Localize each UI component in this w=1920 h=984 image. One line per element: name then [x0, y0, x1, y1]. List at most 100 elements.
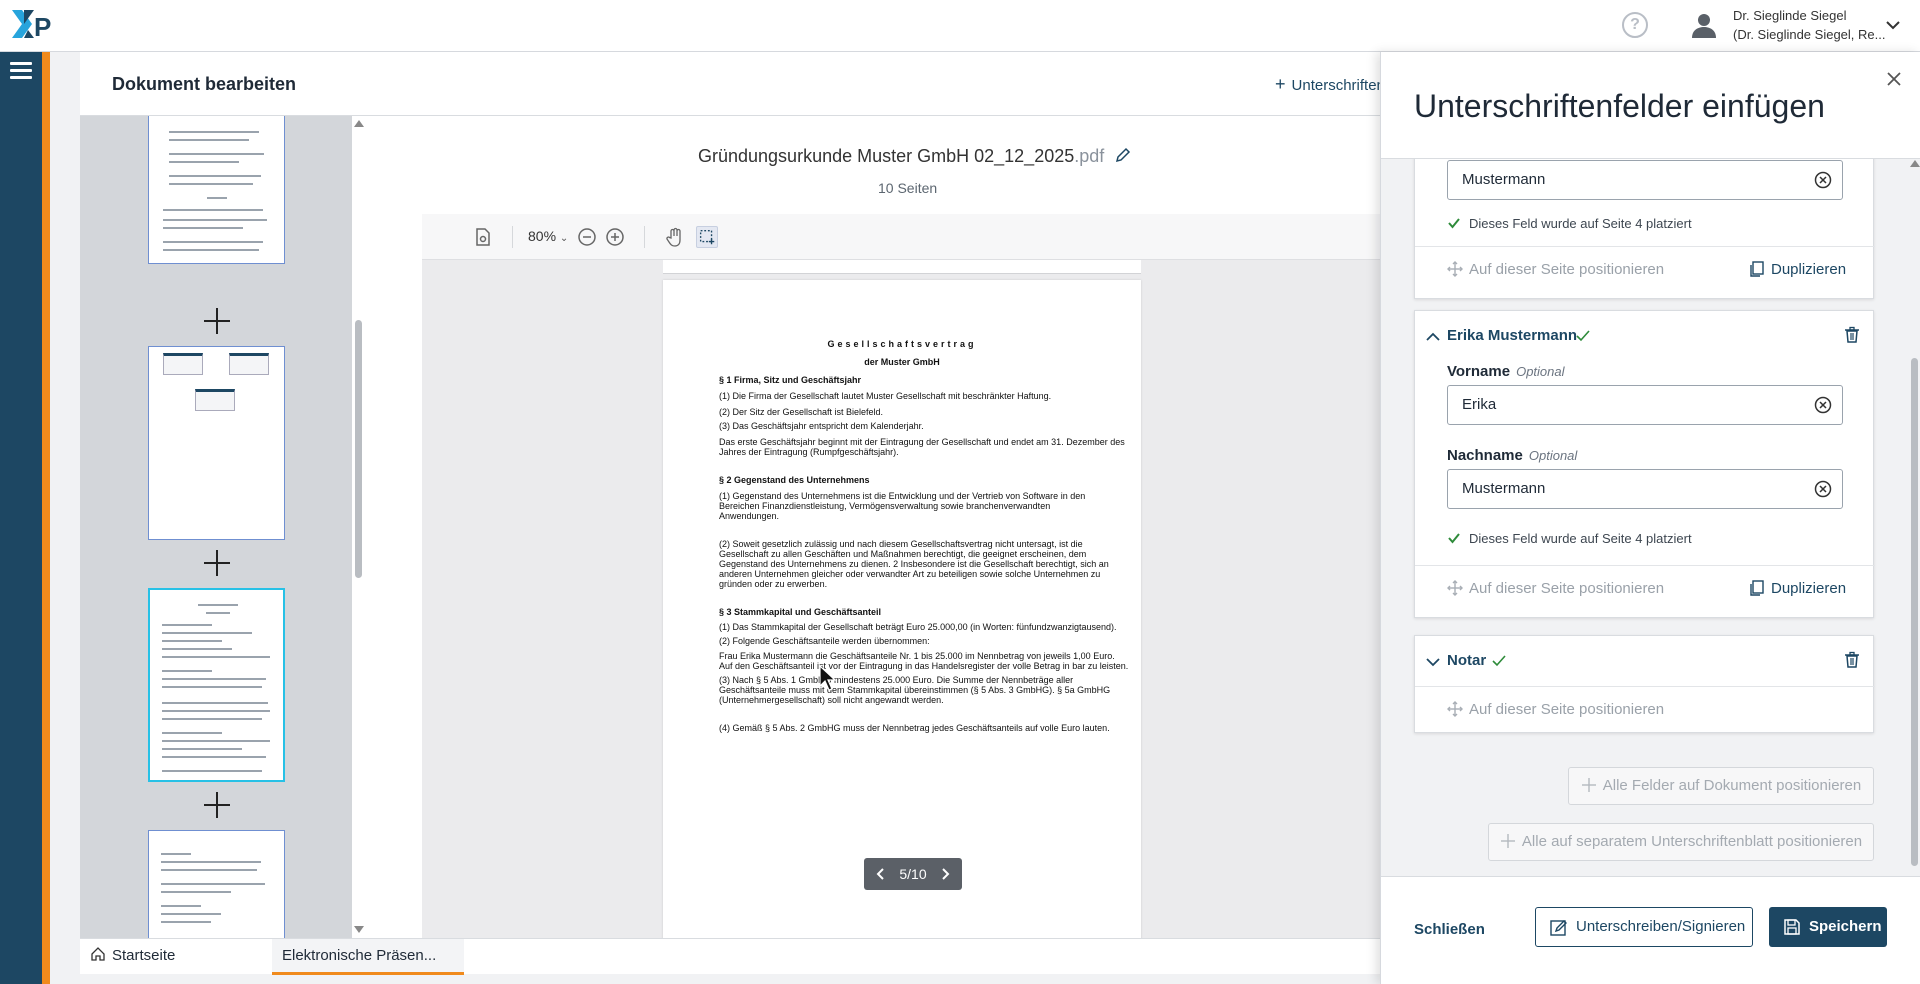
- document-title: Gründungsurkunde Muster GmbH 02_12_2025.…: [698, 146, 1131, 167]
- position-on-page-button[interactable]: Auf dieser Seite positionieren: [1447, 701, 1664, 718]
- chevron-down-icon: ⌄: [559, 233, 569, 244]
- save-button[interactable]: Speichern: [1769, 907, 1887, 947]
- card-header[interactable]: Notar: [1415, 636, 1875, 686]
- document-text-line: (1) Die Firma der Gesellschaft lautet Mu…: [719, 391, 1052, 401]
- hand-pan-icon[interactable]: [664, 226, 686, 248]
- hamburger-menu-icon[interactable]: [10, 62, 32, 80]
- position-all-on-document-button[interactable]: Alle Felder auf Dokument positionieren: [1568, 767, 1874, 805]
- help-icon[interactable]: ?: [1622, 12, 1648, 38]
- move-icon: [1447, 261, 1463, 277]
- document-text-line: gründen oder zu erwerben.: [719, 579, 828, 589]
- card-footer: Auf dieser Seite positionieren Duplizier…: [1415, 246, 1875, 292]
- zoom-select[interactable]: 80% ⌄: [528, 228, 568, 244]
- position-all-label: Alle Felder auf Dokument positionieren: [1602, 777, 1862, 794]
- document-settings-icon[interactable]: [472, 226, 494, 248]
- clear-input-icon[interactable]: [1814, 480, 1832, 498]
- section-heading: § 3 Stammkapital und Geschäftsanteil: [719, 607, 882, 617]
- insert-page-plus-icon[interactable]: [202, 790, 232, 820]
- sign-button[interactable]: Unterschreiben/Signieren: [1535, 907, 1753, 947]
- pdf-page[interactable]: Gesellschaftsvertrag der Muster GmbH § 1…: [663, 280, 1141, 938]
- tab-label: Elektronische Präsen...: [282, 947, 437, 964]
- selection-tool-icon[interactable]: [696, 226, 718, 248]
- document-extension: .pdf: [1074, 146, 1105, 166]
- chevron-left-icon[interactable]: [874, 867, 888, 881]
- chevron-down-icon[interactable]: [1425, 654, 1441, 670]
- add-signature-button[interactable]: + Unterschriften: [1275, 74, 1385, 95]
- chevron-right-icon[interactable]: [938, 867, 952, 881]
- scroll-up-icon[interactable]: [1910, 160, 1920, 167]
- duplicate-label: Duplizieren: [1771, 261, 1847, 278]
- clear-input-icon[interactable]: [1814, 396, 1832, 414]
- tab-elektronische-praesenz[interactable]: Elektronische Präsen...: [272, 939, 464, 975]
- nachname-value: Mustermann: [1462, 480, 1546, 497]
- scroll-up-icon[interactable]: [354, 120, 364, 127]
- mouse-cursor-icon: [819, 664, 837, 691]
- trash-icon[interactable]: [1843, 326, 1861, 344]
- trash-icon[interactable]: [1843, 651, 1861, 669]
- toolbar-divider: [644, 226, 645, 248]
- card-header[interactable]: Erika Mustermann: [1415, 311, 1875, 361]
- chevron-down-icon[interactable]: [1884, 16, 1902, 34]
- position-on-page-button[interactable]: Auf dieser Seite positionieren: [1447, 261, 1664, 278]
- insert-page-plus-icon[interactable]: [202, 306, 232, 336]
- position-on-page-button[interactable]: Auf dieser Seite positionieren: [1447, 580, 1664, 597]
- document-viewer: Gründungsurkunde Muster GmbH 02_12_2025.…: [364, 116, 1380, 938]
- nachname-value: Mustermann: [1462, 171, 1546, 188]
- nachname-label-text: Nachname: [1447, 447, 1523, 464]
- page-thumbnail-active[interactable]: [148, 588, 285, 782]
- sign-edit-icon: [1550, 920, 1567, 936]
- close-button[interactable]: Schließen: [1414, 921, 1485, 938]
- chevron-up-icon[interactable]: [1425, 329, 1441, 345]
- sign-button-label: Unterschreiben/Signieren: [1576, 918, 1746, 935]
- vorname-label-text: Vorname: [1447, 363, 1511, 380]
- nachname-input[interactable]: Mustermann: [1447, 469, 1843, 509]
- zoom-out-icon[interactable]: [576, 226, 598, 248]
- insert-page-plus-icon[interactable]: [202, 548, 232, 578]
- zoom-in-icon[interactable]: [604, 226, 626, 248]
- thumbnails-scrollbar[interactable]: [352, 116, 364, 938]
- top-bar: P ? Dr. Sieglinde Siegel (Dr. Sieglinde …: [0, 0, 1920, 52]
- scroll-down-icon[interactable]: [354, 926, 364, 933]
- add-signature-label: Unterschriften: [1291, 77, 1385, 94]
- optional-hint: Optional: [1528, 448, 1578, 463]
- position-all-on-signature-sheet-button[interactable]: Alle auf separatem Unterschriftenblatt p…: [1488, 823, 1874, 861]
- page-number[interactable]: 5/10: [894, 866, 932, 882]
- duplicate-button[interactable]: Duplizieren: [1749, 261, 1846, 278]
- card-footer: Auf dieser Seite positionieren: [1415, 686, 1875, 732]
- close-icon[interactable]: [1885, 70, 1903, 88]
- page-subheading: der Muster GmbH: [864, 357, 940, 367]
- user-name[interactable]: Dr. Sieglinde Siegel: [1733, 7, 1846, 25]
- position-label: Auf dieser Seite positionieren: [1469, 701, 1665, 718]
- page-thumbnail[interactable]: [148, 830, 285, 938]
- duplicate-button[interactable]: Duplizieren: [1749, 580, 1846, 597]
- signer-name: Notar: [1447, 652, 1487, 669]
- optional-hint: Optional: [1516, 364, 1565, 379]
- scrollbar-thumb[interactable]: [355, 320, 362, 578]
- panel-body: Mustermann Dieses Feld wurde auf Seite 4…: [1381, 158, 1920, 876]
- document-text-line: (Unternehmergesellschaft) soll nicht ang…: [719, 695, 944, 705]
- check-icon: [1492, 655, 1506, 667]
- check-icon: [1448, 533, 1460, 544]
- pencil-edit-icon[interactable]: [1115, 147, 1131, 163]
- placement-status-text: Dieses Feld wurde auf Seite 4 platziert: [1469, 216, 1692, 231]
- page-thumbnail[interactable]: [148, 116, 285, 264]
- card-footer: Auf dieser Seite positionieren Duplizier…: [1415, 565, 1875, 611]
- vorname-input[interactable]: Erika: [1447, 385, 1843, 425]
- app-logo[interactable]: P: [10, 8, 60, 42]
- pdf-canvas[interactable]: Gesellschaftsvertrag der Muster GmbH § 1…: [422, 260, 1380, 938]
- user-role[interactable]: (Dr. Sieglinde Siegel, Re...: [1733, 26, 1885, 44]
- document-text-line: Jahres der Eintragung (Rumpfgeschäftsjah…: [719, 447, 899, 457]
- scrollbar-thumb[interactable]: [1911, 358, 1918, 866]
- panel-scrollbar[interactable]: [1908, 158, 1920, 876]
- user-avatar-icon[interactable]: [1690, 11, 1718, 39]
- page-thumbnail[interactable]: [148, 346, 285, 540]
- clear-input-icon[interactable]: [1814, 171, 1832, 189]
- tab-startseite[interactable]: Startseite: [80, 939, 272, 975]
- nachname-input[interactable]: Mustermann: [1447, 160, 1843, 200]
- tab-label: Startseite: [112, 947, 176, 964]
- panel-title: Unterschriftenfelder einfügen: [1414, 88, 1825, 124]
- zoom-value: 80%: [528, 228, 557, 244]
- position-sheet-label: Alle auf separatem Unterschriftenblatt p…: [1521, 833, 1863, 850]
- save-icon: [1784, 919, 1800, 935]
- signer-card-erika-mustermann: Erika Mustermann Vorname Optional Erika N…: [1414, 310, 1875, 618]
